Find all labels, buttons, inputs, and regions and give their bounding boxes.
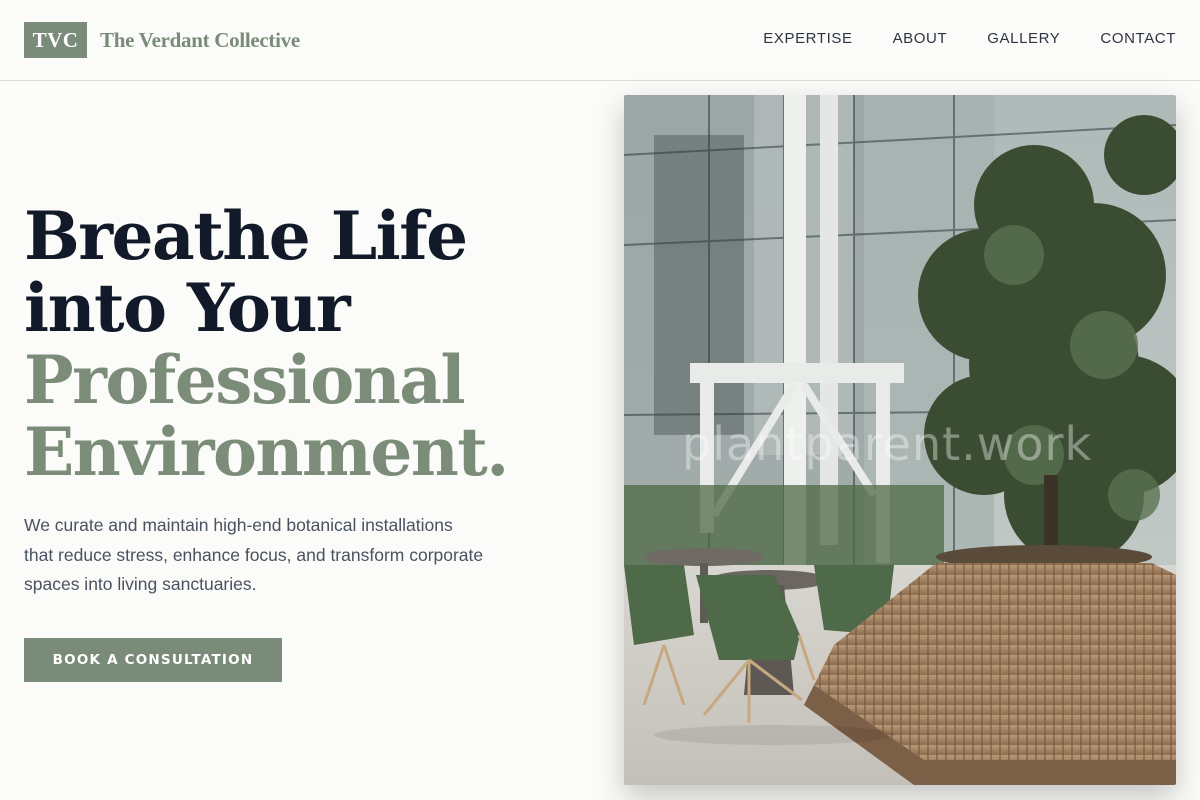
- site-header: TVC The Verdant Collective EXPERTISE ABO…: [0, 0, 1200, 81]
- hero-photo: plantparent.work: [624, 95, 1176, 785]
- nav-link-contact[interactable]: CONTACT: [1100, 30, 1176, 47]
- main-nav: EXPERTISE ABOUT GALLERY CONTACT: [763, 30, 1176, 47]
- brand-name: The Verdant Collective: [100, 27, 300, 52]
- headline-line-accent: Professional: [24, 341, 466, 419]
- image-watermark: plantparent.work: [682, 417, 1093, 471]
- headline-line-accent: Environment.: [24, 413, 509, 491]
- brand-logo[interactable]: TVC The Verdant Collective: [24, 22, 300, 58]
- nav-link-gallery[interactable]: GALLERY: [987, 30, 1060, 47]
- nav-link-about[interactable]: ABOUT: [893, 30, 948, 47]
- hero-headline: Breathe Life into Your Professional Envi…: [24, 197, 509, 491]
- nav-link-expertise[interactable]: EXPERTISE: [763, 30, 852, 47]
- book-consultation-button[interactable]: BOOK A CONSULTATION: [24, 638, 282, 682]
- headline-line: Breathe Life: [24, 197, 468, 275]
- logo-mark: TVC: [24, 22, 87, 58]
- hero-description: We curate and maintain high-end botanica…: [24, 515, 484, 594]
- headline-line: into Your: [24, 269, 351, 347]
